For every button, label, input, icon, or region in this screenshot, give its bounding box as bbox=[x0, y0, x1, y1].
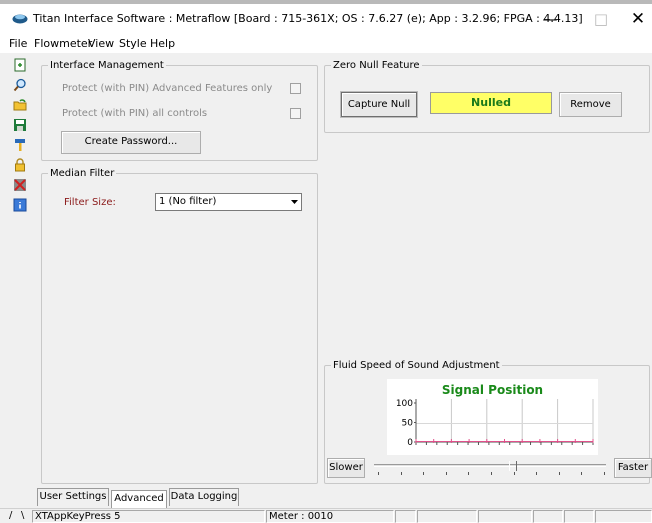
slider-tick bbox=[378, 472, 379, 475]
title-bar: Titan Interface Software : Metraflow [Bo… bbox=[0, 4, 652, 33]
capture-null-button[interactable]: Capture Null bbox=[341, 92, 417, 117]
slider-thumb[interactable] bbox=[509, 461, 517, 471]
status-bar: / \ XTAppKeyPress 5 Meter : 0010 bbox=[0, 508, 652, 523]
median-filter-group: Median Filter bbox=[41, 168, 318, 484]
maximize-button[interactable]: □ bbox=[583, 8, 619, 30]
save-disk-icon[interactable] bbox=[12, 117, 28, 133]
slider-tick bbox=[581, 472, 583, 475]
slider-tick bbox=[468, 472, 470, 475]
tab-advanced[interactable]: Advanced bbox=[111, 490, 167, 508]
tab-data-logging[interactable]: Data Logging bbox=[169, 488, 239, 506]
chart-y-tick-label: 50 bbox=[402, 419, 414, 429]
magnifier-icon[interactable] bbox=[12, 77, 28, 93]
interface-management-legend: Interface Management bbox=[50, 60, 164, 71]
chart-y-tick-label: 100 bbox=[396, 399, 413, 409]
slider-tick bbox=[536, 472, 538, 475]
menu-file[interactable]: File bbox=[9, 37, 27, 50]
faster-button[interactable]: Faster bbox=[614, 458, 652, 478]
null-status-indicator: Nulled bbox=[430, 92, 552, 114]
window-title: Titan Interface Software : Metraflow [Bo… bbox=[33, 12, 583, 25]
slider-tick bbox=[400, 472, 402, 475]
chart-plot: 100 50 0 bbox=[396, 399, 594, 448]
status-indicator-1: / bbox=[9, 510, 13, 521]
filter-size-value: 1 (No filter) bbox=[159, 196, 217, 207]
status-meter: Meter : 0010 bbox=[266, 510, 394, 523]
slider-tick bbox=[513, 472, 515, 475]
status-message: XTAppKeyPress 5 bbox=[32, 510, 265, 523]
remove-null-button[interactable]: Remove bbox=[559, 92, 622, 117]
zero-null-legend: Zero Null Feature bbox=[333, 60, 420, 71]
filter-size-select[interactable]: 1 (No filter) bbox=[155, 193, 302, 211]
status-cell-empty-3 bbox=[478, 510, 532, 523]
tool-icon[interactable] bbox=[12, 137, 28, 153]
slower-button[interactable]: Slower bbox=[327, 458, 365, 478]
protect-advanced-checkbox[interactable] bbox=[290, 83, 301, 94]
protect-all-checkbox[interactable] bbox=[290, 108, 301, 119]
minimize-button[interactable]: — bbox=[532, 8, 568, 30]
status-cell-empty-6 bbox=[595, 510, 652, 523]
median-filter-legend: Median Filter bbox=[50, 168, 115, 179]
protect-advanced-label: Protect (with PIN) Advanced Features onl… bbox=[62, 83, 273, 94]
menu-help[interactable]: Help bbox=[150, 37, 175, 50]
menu-flowmeter[interactable]: Flowmeter bbox=[34, 37, 92, 50]
status-cell-empty-2 bbox=[417, 510, 477, 523]
app-logo-icon bbox=[12, 14, 28, 24]
status-cell-empty-5 bbox=[564, 510, 594, 523]
slider-tick bbox=[604, 472, 605, 475]
close-button[interactable]: ✕ bbox=[620, 8, 652, 30]
slider-tick bbox=[423, 472, 425, 475]
menu-bar: File Flowmeter View Style Help bbox=[0, 33, 652, 53]
crossed-out-icon[interactable] bbox=[12, 177, 28, 193]
lock-icon[interactable] bbox=[12, 157, 28, 173]
page-icon[interactable] bbox=[12, 57, 28, 73]
chart-y-tick-label: 0 bbox=[407, 438, 413, 448]
menu-style[interactable]: Style bbox=[119, 37, 147, 50]
slider-tick bbox=[491, 472, 492, 475]
status-indicator-2: \ bbox=[21, 510, 25, 521]
menu-view[interactable]: View bbox=[88, 37, 114, 50]
create-password-button[interactable]: Create Password... bbox=[61, 131, 201, 154]
slider-tick bbox=[558, 472, 560, 475]
speed-of-sound-legend: Fluid Speed of Sound Adjustment bbox=[333, 360, 500, 371]
speed-slider-track[interactable] bbox=[374, 464, 606, 467]
status-cell-empty-1 bbox=[395, 510, 416, 523]
left-toolbar bbox=[9, 55, 31, 220]
tab-user-settings[interactable]: User Settings bbox=[37, 488, 109, 506]
protect-all-label: Protect (with PIN) all controls bbox=[62, 108, 208, 119]
info-icon[interactable] bbox=[12, 197, 28, 213]
signal-position-chart: Signal Position 100 50 0 bbox=[387, 379, 598, 455]
slider-tick bbox=[445, 472, 447, 475]
chevron-down-icon bbox=[291, 200, 298, 204]
open-folder-icon[interactable] bbox=[12, 97, 28, 113]
filter-size-label: Filter Size: bbox=[64, 197, 116, 208]
status-cell-empty-4 bbox=[533, 510, 563, 523]
